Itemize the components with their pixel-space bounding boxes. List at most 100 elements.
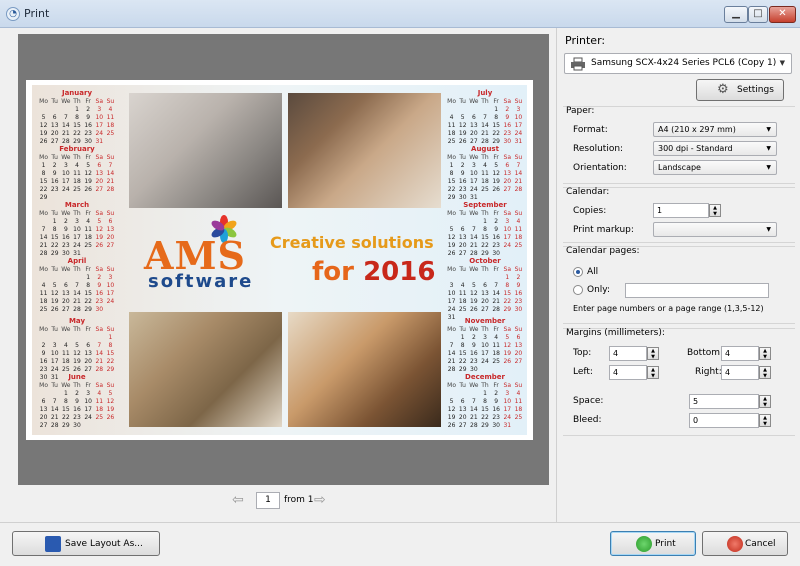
day-number: 4 — [449, 114, 454, 121]
day-number: 12 — [95, 226, 104, 233]
floppy-disk-icon — [45, 536, 61, 552]
day-number: 15 — [106, 350, 115, 357]
printer-settings-button[interactable]: ⚙ Settings — [696, 79, 784, 101]
day-number: 27 — [503, 186, 512, 193]
format-select[interactable]: A4 (210 x 297 mm) ▼ — [653, 122, 777, 137]
copies-spinner[interactable]: ▲ ▼ — [709, 204, 721, 217]
settings-panel: Printer: Samsung SCX-4x24 Series PCL6 (C… — [556, 28, 800, 522]
top-margin-input[interactable]: 4 — [609, 346, 647, 361]
month-calendar: October Mo Tu We Th Fr Sa Su 1 2 3 4 5 6 7 8 9 10 11 12 13 14… — [446, 257, 524, 322]
weekday-header: Tu — [459, 210, 466, 217]
weekday-header: We — [61, 326, 71, 333]
day-number: 14 — [73, 290, 81, 297]
save-layout-button[interactable]: Save Layout As... — [12, 531, 160, 556]
all-pages-radio[interactable] — [573, 267, 583, 277]
maximize-button[interactable]: □ — [748, 6, 768, 23]
page-range-input[interactable] — [625, 283, 769, 298]
day-number: 6 — [108, 218, 113, 225]
print-button[interactable]: Print — [610, 531, 696, 556]
print-label: Print — [655, 539, 676, 549]
day-number: 16 — [39, 358, 48, 365]
format-label: Format: — [573, 125, 608, 135]
cancel-button[interactable]: Cancel — [702, 531, 788, 556]
left-margin-input[interactable]: 4 — [609, 365, 647, 380]
day-number: 16 — [503, 122, 512, 129]
day-number: 20 — [50, 130, 59, 137]
day-number: 29 — [481, 422, 489, 429]
weekday-header: We — [469, 154, 479, 161]
printer-label: Printer: — [565, 34, 606, 47]
weekday-header: Tu — [51, 98, 58, 105]
previous-page-icon[interactable]: ⇦ — [232, 493, 248, 507]
day-number: 28 — [492, 306, 500, 313]
page-number-input[interactable]: 1 — [256, 492, 280, 509]
copies-input[interactable]: 1 — [653, 203, 709, 218]
right-margin-input[interactable]: 4 — [721, 365, 759, 380]
weekday-header: Th — [481, 98, 489, 105]
day-number: 14 — [514, 170, 523, 177]
day-number: 10 — [470, 170, 478, 177]
day-number: 17 — [106, 290, 115, 297]
month-days-grid: Mo Tu We Th Fr Sa Su 1 2 3 4 5 6 7 8 9 10 11 12 13 14 15 16 17 1… — [446, 326, 524, 374]
day-number: 19 — [458, 130, 467, 137]
print-markup-select[interactable]: ▼ — [653, 222, 777, 237]
month-name: January — [61, 89, 93, 97]
space-spinner[interactable]: ▲ ▼ — [759, 395, 771, 408]
day-number: 13 — [50, 122, 59, 129]
weekday-header: We — [61, 382, 71, 389]
bleed-spinner[interactable]: ▲ ▼ — [759, 414, 771, 427]
day-number: 12 — [106, 398, 115, 405]
weekday-header: Mo — [39, 326, 48, 333]
photo-laptop-typing — [129, 93, 282, 208]
close-button[interactable]: ✕ — [769, 6, 796, 23]
bleed-input[interactable]: 0 — [689, 413, 759, 428]
empty-day-cell — [94, 334, 105, 342]
right-margin-spinner[interactable]: ▲ ▼ — [759, 366, 771, 379]
weekday-header: Sa — [503, 266, 512, 273]
day-number: 1 — [494, 106, 499, 113]
resolution-label: Resolution: — [573, 144, 624, 154]
space-input[interactable]: 5 — [689, 394, 759, 409]
day-number: 28 — [470, 422, 478, 429]
only-pages-radio[interactable] — [573, 285, 583, 295]
next-page-icon[interactable]: ⇨ — [314, 493, 330, 507]
empty-day-cell — [60, 274, 71, 282]
weekday-header: Fr — [85, 382, 91, 389]
day-number: 9 — [41, 350, 46, 357]
day-number: 9 — [505, 114, 510, 121]
day-number: 7 — [63, 114, 68, 121]
day-number: 30 — [73, 422, 81, 429]
day-number: 10 — [106, 282, 115, 289]
month-calendar: April Mo Tu We Th Fr Sa Su 1 2 3 4 5 6 7 8 9 10 11 12 13 14 15… — [38, 257, 116, 314]
month-days-grid: Mo Tu We Th Fr Sa Su 1 2 3 4 5 6 7 8 9 10 11 12 13 14 15 16 17 1… — [446, 210, 524, 258]
top-margin-spinner[interactable]: ▲ ▼ — [647, 347, 659, 360]
day-number: 18 — [492, 350, 500, 357]
orientation-select[interactable]: Landscape ▼ — [653, 160, 777, 175]
weekday-header: Tu — [459, 98, 466, 105]
day-number: 23 — [492, 242, 500, 249]
left-margin-spinner[interactable]: ▲ ▼ — [647, 366, 659, 379]
print-markup-label: Print markup: — [573, 225, 634, 235]
day-number: 3 — [516, 106, 521, 113]
bottom-margin-spinner[interactable]: ▲ ▼ — [759, 347, 771, 360]
weekday-header: Th — [73, 154, 81, 161]
day-number: 18 — [73, 178, 81, 185]
printer-select[interactable]: Samsung SCX-4x24 Series PCL6 (Copy 1) ▼ — [564, 53, 792, 74]
empty-day-cell — [38, 390, 49, 398]
day-number: 11 — [84, 226, 92, 233]
minimize-button[interactable]: ▁ — [724, 6, 748, 23]
day-number: 13 — [514, 342, 523, 349]
day-number: 2 — [460, 162, 465, 169]
resolution-select[interactable]: 300 dpi - Standard ▼ — [653, 141, 777, 156]
day-number: 19 — [447, 242, 456, 249]
weekday-header: Su — [514, 154, 523, 161]
day-number: 21 — [481, 130, 489, 137]
weekday-header: Th — [73, 98, 81, 105]
day-number: 2 — [471, 334, 476, 341]
day-number: 3 — [75, 218, 79, 225]
day-number: 20 — [481, 298, 489, 305]
gear-icon: ⚙ — [717, 82, 729, 97]
copies-label: Copies: — [573, 206, 607, 216]
day-number: 23 — [470, 358, 478, 365]
bottom-margin-input[interactable]: 4 — [721, 346, 759, 361]
